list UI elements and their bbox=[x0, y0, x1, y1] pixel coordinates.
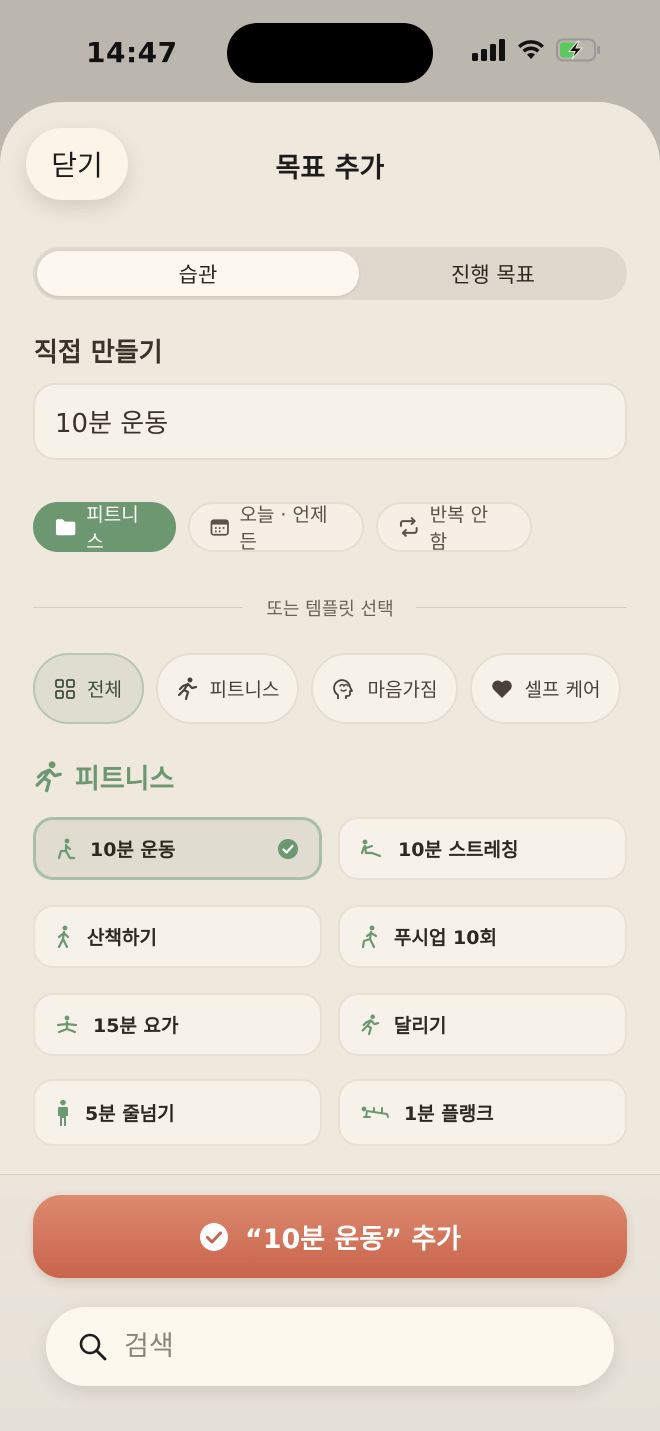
yoga-icon bbox=[56, 1015, 78, 1033]
pushup-icon bbox=[361, 925, 378, 948]
template-1min-plank[interactable]: 1분 플랭크 bbox=[338, 1079, 627, 1146]
filter-fitness-label: 피트니스 bbox=[209, 679, 280, 701]
divider-line-right bbox=[416, 607, 627, 608]
dynamic-island bbox=[227, 23, 433, 83]
status-time: 14:47 bbox=[86, 36, 178, 69]
category-chip[interactable]: 피트니스 bbox=[33, 502, 176, 553]
bottom-action-area: “10분 운동” 추가 bbox=[0, 1174, 660, 1431]
standing-icon bbox=[58, 1099, 68, 1126]
filter-all-label: 전체 bbox=[87, 679, 122, 701]
add-goal-sheet: 닫기 목표 추가 습관 진행 목표 직접 만들기 10분 운동 피트니스 오늘 … bbox=[0, 102, 660, 1431]
template-label: 5분 줄넘기 bbox=[85, 1103, 175, 1125]
checkmark-circle-icon bbox=[199, 1222, 228, 1251]
walking-icon bbox=[57, 925, 70, 948]
filter-mindset[interactable]: 마음가짐 bbox=[311, 653, 458, 724]
lunge-icon bbox=[57, 838, 76, 859]
template-group-title: 피트니스 bbox=[33, 757, 174, 796]
stretch-icon bbox=[360, 839, 382, 857]
template-pushup-10[interactable]: 푸시업 10회 bbox=[338, 905, 627, 968]
running-icon bbox=[361, 1014, 380, 1035]
checkmark-circle-icon bbox=[278, 838, 298, 859]
search-bar bbox=[46, 1307, 614, 1386]
running-icon bbox=[177, 677, 197, 700]
segment-habit[interactable]: 습관 bbox=[37, 251, 359, 296]
repeat-chip-label: 반복 안 함 bbox=[429, 504, 489, 553]
search-input[interactable] bbox=[124, 1331, 544, 1362]
goal-type-segmented-control: 습관 진행 목표 bbox=[33, 247, 627, 300]
plank-icon bbox=[361, 1106, 389, 1118]
template-label: 달리기 bbox=[394, 1015, 447, 1037]
date-chip-label: 오늘 · 언제든 bbox=[239, 504, 328, 553]
status-icons bbox=[472, 38, 602, 62]
filter-self-care-label: 셀프 케어 bbox=[524, 679, 601, 701]
calendar-icon bbox=[210, 519, 229, 536]
template-divider-text: 또는 템플릿 선택 bbox=[266, 599, 394, 620]
battery-charging-icon bbox=[556, 38, 600, 62]
grid-icon bbox=[55, 678, 75, 699]
cellular-signal-icon bbox=[472, 39, 505, 61]
template-label: 10분 운동 bbox=[90, 839, 176, 861]
filter-self-care[interactable]: 셀프 케어 bbox=[470, 653, 621, 724]
category-chip-label: 피트니스 bbox=[86, 504, 139, 553]
running-icon bbox=[35, 760, 62, 792]
template-divider: 또는 템플릿 선택 bbox=[33, 595, 627, 620]
filter-mindset-label: 마음가짐 bbox=[367, 679, 438, 701]
brain-icon bbox=[332, 678, 353, 699]
date-chip[interactable]: 오늘 · 언제든 bbox=[188, 502, 364, 553]
custom-create-label: 직접 만들기 bbox=[34, 338, 163, 368]
template-15min-yoga[interactable]: 15분 요가 bbox=[33, 993, 322, 1056]
status-bar: 14:47 bbox=[0, 0, 660, 100]
search-icon bbox=[79, 1333, 107, 1360]
template-label: 푸시업 10회 bbox=[394, 927, 497, 949]
template-running[interactable]: 달리기 bbox=[338, 993, 627, 1056]
template-label: 산책하기 bbox=[87, 927, 157, 949]
template-label: 15분 요가 bbox=[93, 1015, 179, 1037]
add-goal-button-label: “10분 운동” 추가 bbox=[244, 1224, 462, 1255]
template-label: 1분 플랭크 bbox=[404, 1103, 494, 1125]
template-10min-stretching[interactable]: 10분 스트레칭 bbox=[338, 817, 627, 880]
sheet-title: 목표 추가 bbox=[275, 153, 385, 184]
folder-icon bbox=[55, 519, 76, 536]
repeat-chip[interactable]: 반복 안 함 bbox=[376, 502, 532, 553]
filter-all[interactable]: 전체 bbox=[33, 653, 144, 724]
wifi-icon bbox=[518, 40, 544, 59]
group-title-label: 피트니스 bbox=[75, 764, 175, 795]
repeat-icon bbox=[399, 517, 418, 537]
goal-name-input[interactable]: 10분 운동 bbox=[33, 383, 627, 460]
add-goal-button[interactable]: “10분 운동” 추가 bbox=[33, 1195, 627, 1278]
template-walk[interactable]: 산책하기 bbox=[33, 905, 322, 968]
template-10min-workout[interactable]: 10분 운동 bbox=[33, 817, 322, 880]
template-5min-jump-rope[interactable]: 5분 줄넘기 bbox=[33, 1079, 322, 1146]
heart-icon bbox=[491, 679, 512, 698]
template-label: 10분 스트레칭 bbox=[398, 839, 519, 861]
filter-fitness[interactable]: 피트니스 bbox=[156, 653, 299, 724]
segment-progress-goal[interactable]: 진행 목표 bbox=[363, 251, 623, 296]
